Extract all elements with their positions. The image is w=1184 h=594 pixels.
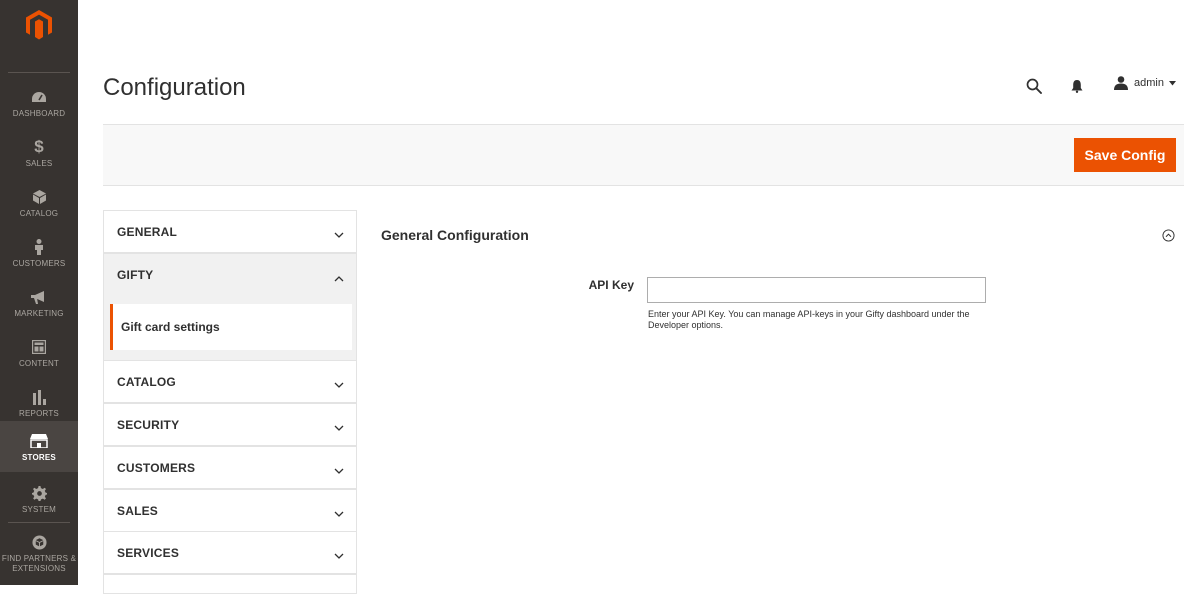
api-key-input[interactable]: [647, 277, 986, 303]
subtab-gift-card-settings[interactable]: Gift card settings: [110, 304, 352, 350]
tab-security[interactable]: SECURITY: [103, 403, 357, 446]
tab-customers[interactable]: CUSTOMERS: [103, 446, 357, 489]
page-title: Configuration: [103, 74, 246, 101]
sidebar-item-sales[interactable]: $ SALES: [0, 128, 78, 178]
save-config-button[interactable]: Save Config: [1074, 138, 1176, 172]
megaphone-icon: [29, 287, 49, 307]
collapse-section-icon[interactable]: [1162, 229, 1175, 247]
section-title[interactable]: General Configuration: [381, 227, 529, 243]
sidebar-item-partners[interactable]: FIND PARTNERS & EXTENSIONS: [0, 526, 78, 580]
sidebar-item-label: CUSTOMERS: [12, 259, 66, 268]
box-icon: [29, 532, 49, 552]
storefront-icon: [29, 431, 49, 451]
search-icon[interactable]: [1026, 78, 1042, 99]
tab-next[interactable]: [103, 574, 357, 594]
sidebar-item-label: CONTENT: [18, 359, 60, 368]
cube-icon: [29, 187, 49, 207]
layout-icon: [29, 337, 49, 357]
sidebar-item-label: STORES: [22, 452, 56, 462]
dollar-icon: $: [34, 137, 44, 156]
tab-label: SERVICES: [117, 545, 180, 560]
chevron-up-icon: [334, 269, 344, 287]
sidebar-item-catalog[interactable]: CATALOG: [0, 178, 78, 228]
sidebar-item-label: SYSTEM: [21, 505, 57, 514]
user-icon: [1114, 76, 1128, 90]
api-key-note: Enter your API Key. You can manage API-k…: [648, 309, 970, 330]
chevron-down-icon: [334, 547, 344, 565]
tab-sales[interactable]: SALES: [103, 489, 357, 532]
tab-general[interactable]: GENERAL: [103, 210, 357, 253]
sidebar-item-label: MARKETING: [14, 309, 64, 318]
tab-label: CUSTOMERS: [117, 460, 196, 475]
bell-icon[interactable]: [1071, 80, 1083, 98]
chevron-down-icon: [334, 419, 344, 437]
page-actions-bar: [103, 124, 1184, 186]
sidebar-item-label: REPORTS: [19, 409, 59, 418]
chevron-down-icon: [334, 462, 344, 480]
admin-username: admin: [1134, 77, 1164, 89]
person-icon: [29, 237, 49, 257]
sidebar-item-label: CATALOG: [19, 209, 59, 218]
gifty-subtabs: Gift card settings: [103, 296, 357, 360]
sidebar-item-label: DASHBOARD: [12, 109, 66, 118]
admin-sidebar: DASHBOARD $ SALES CATALOG CUSTOMERS MARK…: [0, 0, 78, 585]
sidebar-item-system[interactable]: SYSTEM: [0, 474, 78, 524]
tab-services[interactable]: SERVICES: [103, 531, 357, 574]
caret-down-icon: [1168, 80, 1176, 86]
sidebar-divider: [8, 522, 70, 523]
speedometer-icon: [29, 87, 49, 107]
admin-user-menu[interactable]: admin: [1114, 76, 1176, 90]
chevron-down-icon: [334, 505, 344, 523]
tab-label: GENERAL: [117, 224, 178, 239]
sidebar-item-label: SALES: [25, 159, 53, 168]
magento-logo-icon: [26, 10, 52, 40]
bar-chart-icon: [29, 387, 49, 407]
tab-label: GIFTY: [117, 268, 154, 282]
api-key-label: API Key: [588, 278, 634, 292]
chevron-down-icon: [334, 226, 344, 244]
tab-label: SECURITY: [117, 417, 180, 432]
sidebar-item-dashboard[interactable]: DASHBOARD: [0, 78, 78, 128]
chevron-down-icon: [334, 376, 344, 394]
tab-catalog[interactable]: CATALOG: [103, 360, 357, 403]
sidebar-item-label: FIND PARTNERS & EXTENSIONS: [1, 554, 77, 573]
sidebar-item-customers[interactable]: CUSTOMERS: [0, 228, 78, 278]
tab-label: SALES: [117, 503, 159, 518]
sidebar-item-stores[interactable]: STORES: [0, 421, 78, 472]
gear-icon: [29, 483, 49, 503]
tab-gifty[interactable]: GIFTY: [103, 253, 357, 296]
sidebar-item-content[interactable]: CONTENT: [0, 328, 78, 378]
sidebar-item-marketing[interactable]: MARKETING: [0, 278, 78, 328]
sidebar-divider: [8, 72, 70, 73]
tab-label: CATALOG: [117, 374, 176, 389]
magento-logo[interactable]: [0, 10, 78, 72]
